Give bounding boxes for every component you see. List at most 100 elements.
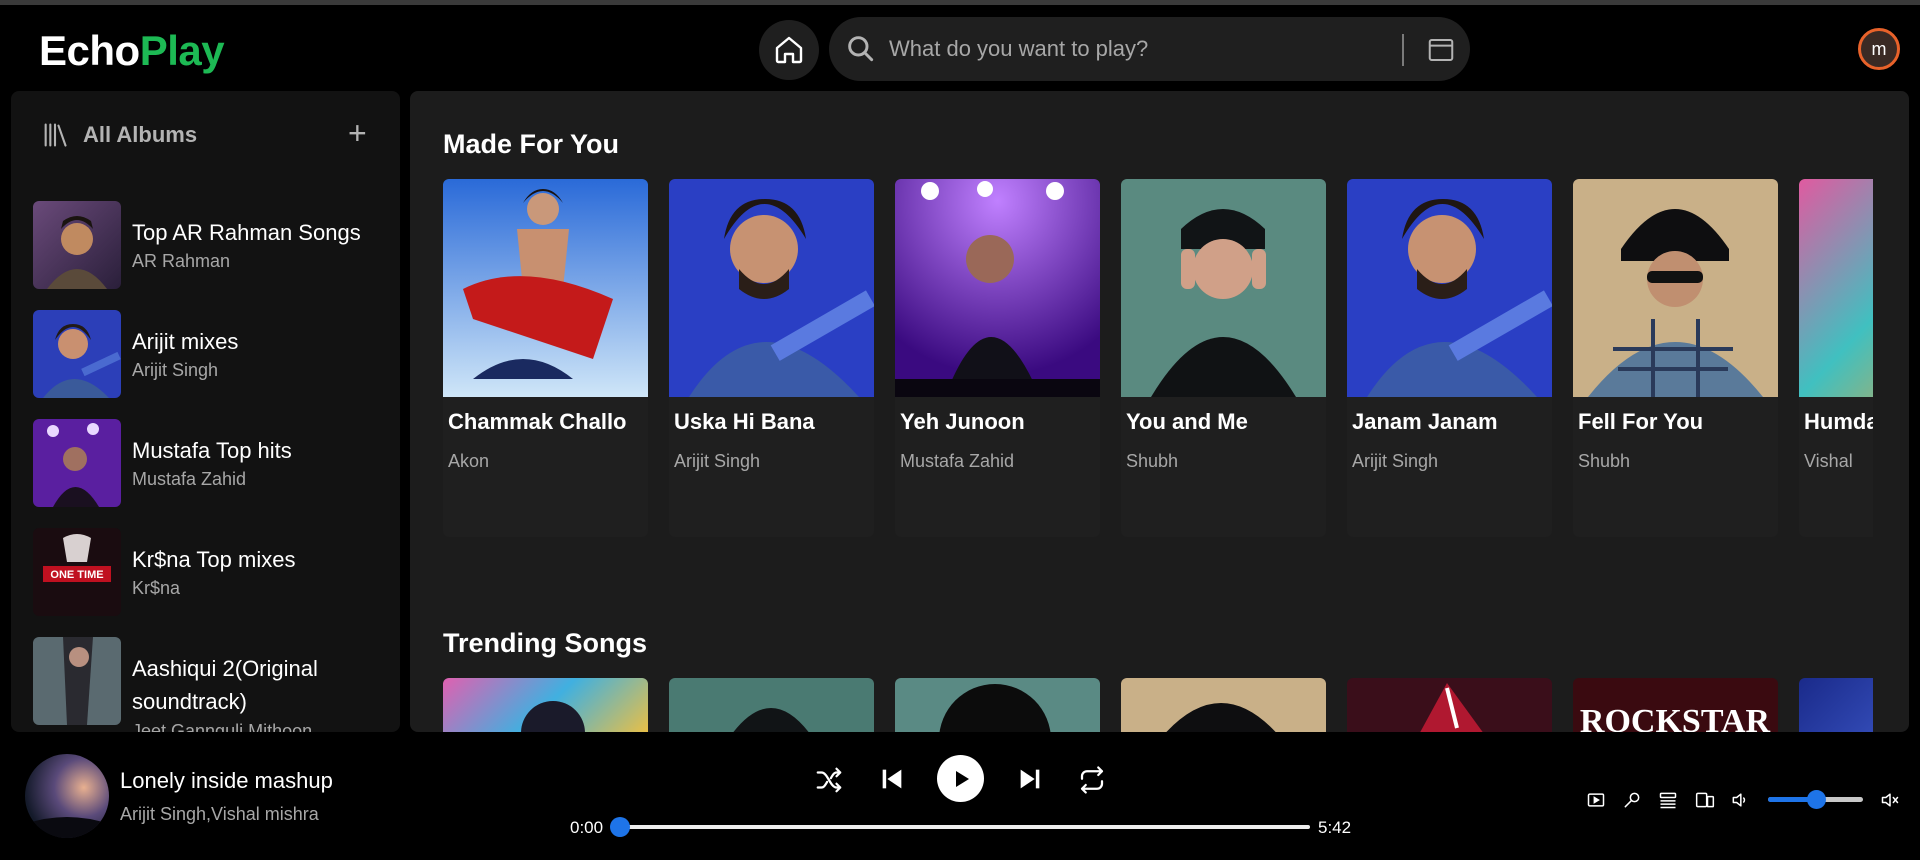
album-artist: AR Rahman <box>132 251 231 271</box>
album-cover <box>33 310 121 398</box>
song-title: Fell For You <box>1578 409 1704 434</box>
browse-icon[interactable] <box>1426 35 1456 65</box>
play-icon <box>955 770 969 787</box>
rockstar-art-text: ROCKSTAR <box>1580 703 1771 732</box>
repeat-icon[interactable] <box>1076 765 1108 795</box>
now-playing-view-icon[interactable] <box>1586 790 1606 810</box>
now-playing-cover <box>25 754 109 838</box>
song-card[interactable]: ROCKSTAR <box>1573 678 1778 732</box>
song-cover <box>733 708 809 732</box>
progress-handle[interactable] <box>610 817 630 837</box>
song-card[interactable]: Uska Hi Bana Arijit Singh <box>669 179 874 537</box>
song-cover <box>1420 683 1483 732</box>
now-playing-artist[interactable]: Arijit Singh,Vishal mishra <box>120 804 319 825</box>
song-title: You and Me <box>1126 409 1248 434</box>
song-card[interactable]: Janam Janam Arijit Singh <box>1347 179 1552 537</box>
song-cover <box>1799 179 1873 397</box>
song-artist: Shubh <box>1126 451 1179 471</box>
song-cover <box>443 179 648 397</box>
add-album-button[interactable]: + <box>348 117 367 149</box>
album-title: Mustafa Top hits <box>132 438 292 463</box>
now-playing-title[interactable]: Lonely inside mashup <box>120 768 333 794</box>
song-card[interactable] <box>669 678 874 732</box>
song-artist: Vishal <box>1804 451 1853 471</box>
player-bar: Lonely inside mashup Arijit Singh,Vishal… <box>0 732 1920 860</box>
song-cover <box>1347 179 1552 397</box>
song-cover <box>1121 179 1326 397</box>
song-cover <box>1166 703 1276 732</box>
queue-icon[interactable] <box>1658 790 1678 810</box>
album-artist: Mustafa Zahid <box>132 469 247 489</box>
song-card[interactable] <box>443 678 648 732</box>
search-bar[interactable] <box>829 17 1470 81</box>
volume-handle[interactable] <box>1806 790 1826 809</box>
song-card[interactable]: Fell For You Shubh <box>1573 179 1778 537</box>
album-cover: ONE TIME <box>33 528 121 616</box>
song-card[interactable]: Chammak Challo Akon <box>443 179 648 537</box>
song-cover <box>669 179 874 397</box>
home-icon <box>775 36 803 64</box>
song-artist: Shubh <box>1578 451 1631 471</box>
song-card[interactable] <box>1799 678 1873 732</box>
connect-device-icon[interactable] <box>1694 790 1716 810</box>
album-item[interactable]: Aashiqui 2(Original soundtrack) Jeet Gan… <box>33 637 393 732</box>
album-cover <box>33 419 121 507</box>
section-title-made-for-you: Made For You <box>443 129 620 159</box>
made-for-you-row: Chammak Challo Akon Uska Hi Bana Arijit … <box>443 179 1873 541</box>
album-title: Top AR Rahman Songs <box>132 220 361 245</box>
song-card[interactable] <box>1121 678 1326 732</box>
main-content: Made For You Chammak Challo Akon Uska Hi… <box>410 91 1909 732</box>
song-cover: ROCKSTAR <box>1580 703 1771 732</box>
album-item[interactable]: Arijit mixes Arijit Singh <box>33 310 393 398</box>
song-card[interactable]: You and Me Shubh <box>1121 179 1326 537</box>
album-title: Arijit mixes <box>132 329 239 354</box>
song-title: Yeh Junoon <box>900 409 1025 434</box>
svg-text:ONE TIME: ONE TIME <box>50 569 103 581</box>
album-title: Kr$na Top mixes <box>132 547 296 572</box>
album-artist: Kr$na <box>132 578 181 598</box>
song-card[interactable] <box>1347 678 1552 732</box>
song-cover <box>1573 179 1778 397</box>
album-item[interactable]: ONE TIME Kr$na Top mixes Kr$na <box>33 528 393 616</box>
library-title: All Albums <box>83 122 198 147</box>
search-input[interactable] <box>889 31 1389 67</box>
song-artist: Arijit Singh <box>1352 451 1439 471</box>
user-avatar[interactable]: m <box>1858 28 1900 70</box>
trending-row: ROCKSTAR <box>443 678 1873 732</box>
song-cover <box>521 701 585 732</box>
album-item[interactable]: Top AR Rahman Songs AR Rahman <box>33 201 393 289</box>
song-card[interactable]: Humdard Vishal <box>1799 179 1873 537</box>
logo-text-play: Play <box>139 27 225 74</box>
album-cover <box>33 201 121 289</box>
song-cover <box>939 684 1051 732</box>
search-icon <box>848 36 874 62</box>
current-time: 0:00 <box>570 818 604 837</box>
next-icon[interactable] <box>1016 765 1044 793</box>
song-artist: Akon <box>448 451 490 471</box>
song-title: Humdard <box>1804 409 1873 434</box>
song-title: Chammak Challo <box>448 409 627 434</box>
song-card[interactable] <box>895 678 1100 732</box>
song-title: Janam Janam <box>1352 409 1498 434</box>
volume-slider[interactable] <box>1768 790 1863 809</box>
section-title-trending: Trending Songs <box>443 628 648 658</box>
library-icon <box>44 123 67 147</box>
search-divider <box>1402 34 1404 66</box>
album-item[interactable]: Mustafa Top hits Mustafa Zahid <box>33 419 393 507</box>
album-artist: Jeet Gannguli,Mithoon <box>132 721 313 732</box>
total-time: 5:42 <box>1318 818 1352 837</box>
previous-icon[interactable] <box>878 765 906 793</box>
shuffle-icon[interactable] <box>814 765 844 795</box>
home-button[interactable] <box>759 20 819 80</box>
microphone-icon[interactable] <box>1622 790 1642 810</box>
sidebar: All Albums + Top AR Rahman Songs AR Rahm… <box>11 91 400 732</box>
volume-icon[interactable] <box>1730 790 1750 810</box>
song-cover <box>895 179 1100 397</box>
album-artist: Arijit Singh <box>132 360 219 380</box>
song-card[interactable]: Yeh Junoon Mustafa Zahid <box>895 179 1100 537</box>
play-button[interactable] <box>937 755 984 802</box>
library-header[interactable]: All Albums <box>41 121 197 149</box>
progress-bar[interactable] <box>610 817 1310 837</box>
fullscreen-mute-icon[interactable] <box>1880 790 1900 810</box>
app-logo[interactable]: EchoPlay <box>39 27 225 75</box>
